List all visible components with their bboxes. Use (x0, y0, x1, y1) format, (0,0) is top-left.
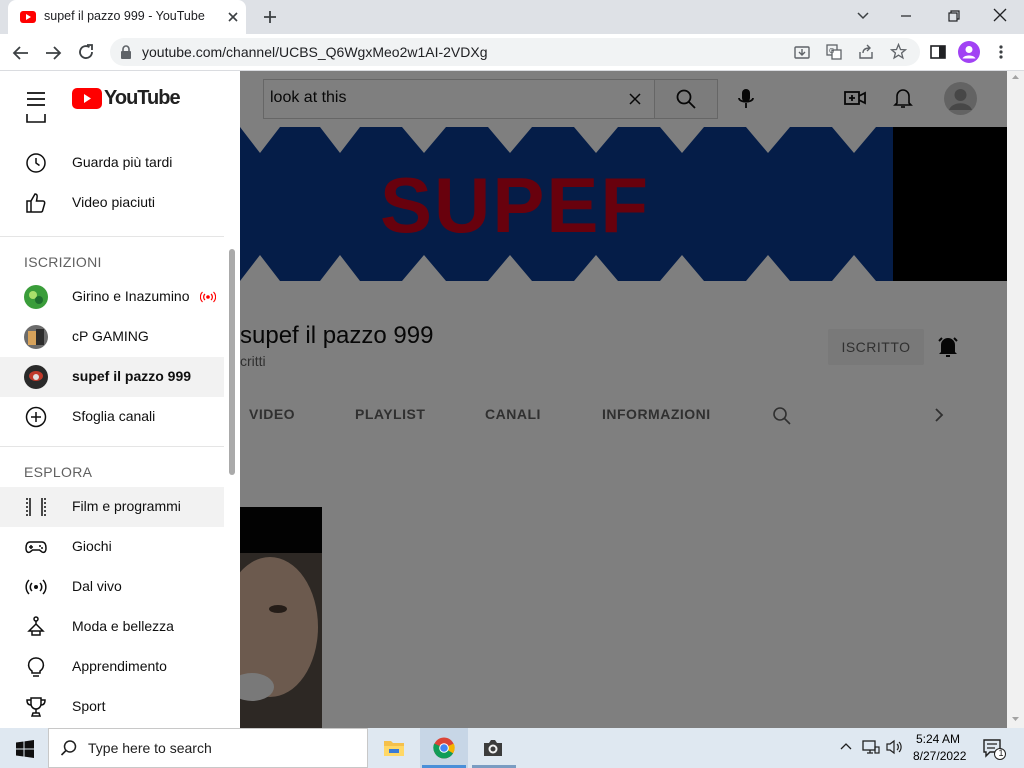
close-tab-icon[interactable] (226, 10, 240, 24)
sidebar-item-liked-videos[interactable]: Video piaciuti (0, 183, 224, 223)
youtube-guide-sidebar: YouTube Guarda più tardi Video piaciuti … (0, 71, 240, 728)
tab-search-chevron-icon[interactable] (856, 8, 870, 22)
sidebar-item-dal-vivo[interactable]: Dal vivo (0, 567, 224, 607)
sidebar-item-girino-e-inazumino[interactable]: Girino e Inazumino (0, 277, 224, 317)
youtube-logo-icon[interactable] (72, 88, 102, 109)
subscriptions-heading: ISCRIZIONI (24, 254, 102, 270)
side-panel-icon[interactable] (930, 44, 946, 60)
windows-start-icon[interactable] (16, 740, 34, 758)
taskbar-clock-date[interactable]: 8/27/2022 (913, 749, 966, 763)
sidebar-item-apprendimento[interactable]: Apprendimento (0, 647, 224, 687)
lock-icon[interactable] (120, 45, 132, 59)
thumb-up-icon (26, 193, 46, 213)
sidebar-item-label: Apprendimento (72, 658, 167, 674)
sidebar-item-label: Sport (72, 698, 106, 714)
sidebar-item-film-e-programmi[interactable]: Film e programmi (0, 487, 224, 527)
live-indicator-icon (200, 291, 216, 303)
sidebar-item-giochi[interactable]: Giochi (0, 527, 224, 567)
file-explorer-icon[interactable] (383, 738, 405, 758)
modal-scrim[interactable] (240, 71, 1007, 728)
svg-text:G: G (829, 48, 834, 55)
share-icon[interactable] (858, 44, 874, 60)
sidebar-item-label: Sfoglia canali (72, 408, 156, 424)
chrome-icon (433, 737, 455, 759)
volume-icon[interactable] (886, 739, 904, 755)
gamepad-icon (25, 541, 47, 554)
sidebar-item-watch-later[interactable]: Guarda più tardi (0, 143, 224, 183)
sidebar-item-label: Video piaciuti (72, 194, 156, 210)
channel-avatar-icon (24, 365, 48, 389)
sidebar-item-label: Giochi (72, 538, 112, 554)
sidebar-item-label: cP GAMING (72, 328, 149, 344)
channel-avatar-icon (24, 285, 48, 309)
window-close-icon[interactable] (992, 7, 1008, 23)
channel-avatar-icon (24, 325, 48, 349)
taskbar-search-placeholder: Type here to search (88, 740, 212, 756)
trophy-icon (26, 697, 46, 717)
reload-icon[interactable] (77, 43, 95, 61)
sidebar-divider (0, 446, 224, 447)
url-text: youtube.com/channel/UCBS_Q6WgxMeo2w1AI-2… (142, 44, 488, 60)
chrome-menu-icon[interactable] (998, 44, 1004, 60)
taskbar-search-icon (60, 740, 77, 756)
scroll-arrows-icon (1012, 75, 1019, 721)
clock-icon (26, 153, 46, 173)
sidebar-item-moda-e-bellezza[interactable]: Moda e bellezza (0, 607, 224, 647)
camera-app-icon[interactable] (482, 738, 504, 758)
notification-count-badge: 1 (998, 748, 1004, 758)
profile-avatar-icon[interactable] (958, 41, 980, 63)
forward-icon[interactable] (44, 44, 62, 62)
minimize-icon[interactable] (898, 8, 914, 24)
sidebar-item-supef-il-pazzo-999[interactable]: supef il pazzo 999 (0, 357, 224, 397)
translate-icon[interactable]: G (826, 44, 842, 60)
hanger-icon (27, 616, 45, 636)
sidebar-item-label: supef il pazzo 999 (72, 368, 192, 384)
install-app-icon[interactable] (794, 44, 810, 60)
hamburger-menu-icon[interactable] (26, 91, 46, 107)
new-tab-icon[interactable] (262, 9, 278, 25)
sidebar-item-label: Dal vivo (72, 578, 122, 594)
back-icon[interactable] (12, 44, 30, 62)
add-circle-icon (25, 406, 47, 428)
sidebar-item-cp-gaming[interactable]: cP GAMING (0, 317, 224, 357)
tray-overflow-chevron-icon[interactable] (840, 741, 852, 751)
network-icon[interactable] (862, 739, 880, 755)
bookmark-star-icon[interactable] (890, 43, 907, 60)
bulb-icon (27, 657, 45, 677)
restore-icon[interactable] (946, 8, 962, 24)
youtube-favicon-icon (20, 11, 36, 23)
sidebar-item-label: Moda e bellezza (72, 618, 174, 634)
partial-item-icon (26, 114, 46, 123)
explore-heading: ESPLORA (24, 464, 93, 480)
sidebar-item-label: Guarda più tardi (72, 154, 173, 170)
sidebar-item-label: Film e programmi (72, 498, 181, 514)
youtube-logo-text[interactable]: YouTube (104, 87, 181, 110)
tab-title: supef il pazzo 999 - YouTube (44, 9, 205, 23)
sidebar-item-label: Girino e Inazumino (72, 288, 190, 304)
sidebar-scrollbar-thumb[interactable] (229, 249, 235, 475)
page-scrollbar[interactable] (1007, 71, 1024, 728)
sidebar-divider (0, 236, 224, 237)
film-icon (26, 498, 46, 516)
sidebar-item-browse-channels[interactable]: Sfoglia canali (0, 397, 224, 437)
taskbar-clock-time[interactable]: 5:24 AM (916, 732, 960, 746)
sidebar-item-sport[interactable]: Sport (0, 687, 224, 727)
live-icon (25, 579, 47, 595)
